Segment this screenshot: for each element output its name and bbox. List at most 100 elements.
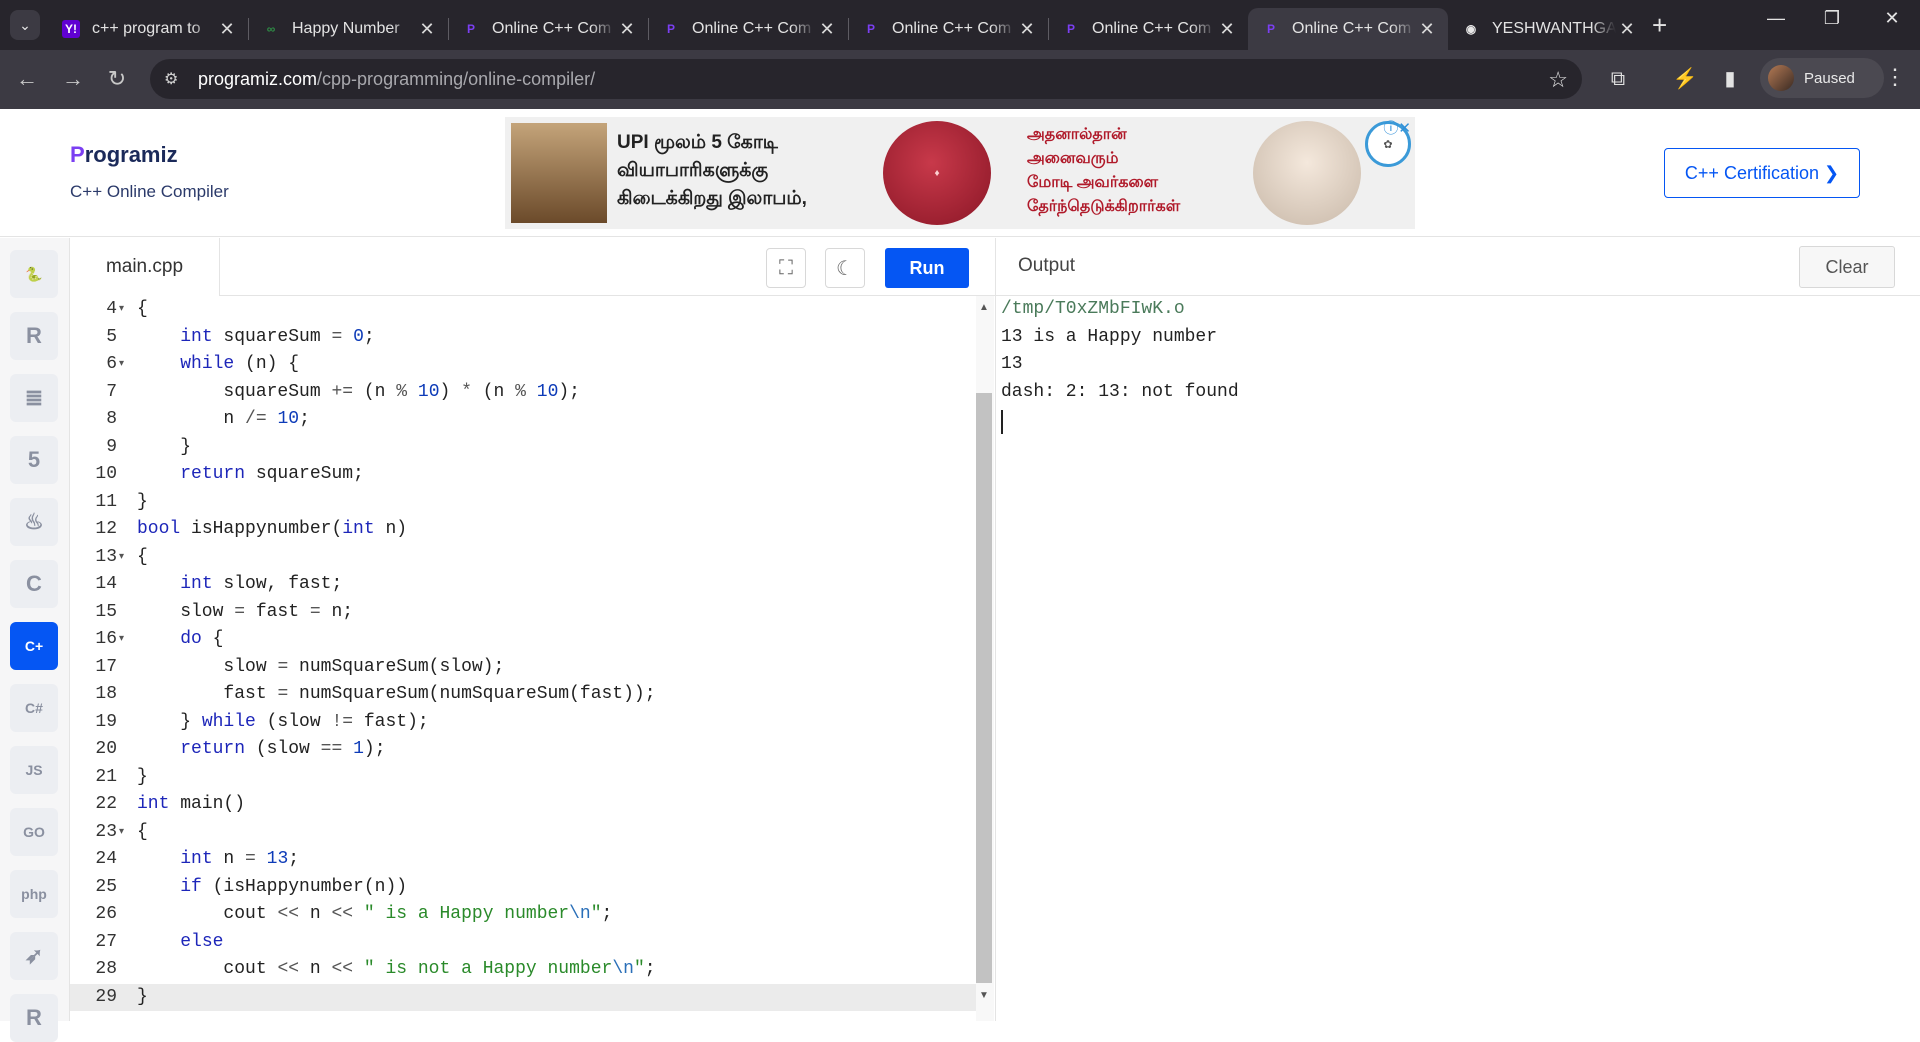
code-text[interactable]: cout << n << " is a Happy number\n"; bbox=[137, 901, 612, 929]
code-text[interactable]: do { bbox=[137, 626, 223, 654]
code-line[interactable]: 19 } while (slow != fast); bbox=[70, 709, 976, 737]
code-text[interactable]: while (n) { bbox=[137, 351, 299, 379]
language-js-icon[interactable]: JS bbox=[10, 746, 58, 794]
forward-button[interactable]: → bbox=[58, 64, 88, 94]
close-tab-icon[interactable]: ✕ bbox=[216, 19, 238, 40]
language-cpp-icon[interactable]: C+ bbox=[10, 622, 58, 670]
address-bar[interactable]: ⚙ programiz.com/cpp-programming/online-c… bbox=[150, 59, 1582, 99]
fold-arrow-icon[interactable]: ▾ bbox=[119, 819, 131, 847]
code-line[interactable]: 10 return squareSum; bbox=[70, 461, 976, 489]
code-line[interactable]: 16 ▾ do { bbox=[70, 626, 976, 654]
browser-tab[interactable]: P Online C++ Com ✕ bbox=[448, 8, 648, 50]
editor-scrollbar[interactable]: ▲ ▼ bbox=[976, 296, 994, 1021]
close-window-button[interactable]: ✕ bbox=[1872, 8, 1912, 29]
close-tab-icon[interactable]: ✕ bbox=[616, 19, 638, 40]
code-line[interactable]: 8 n /= 10; bbox=[70, 406, 976, 434]
language-rust-icon[interactable]: R bbox=[10, 994, 58, 1042]
close-tab-icon[interactable]: ✕ bbox=[416, 19, 438, 40]
code-text[interactable]: } while (slow != fast); bbox=[137, 709, 428, 737]
ad-close-icon[interactable]: ⓘ✕ bbox=[1383, 117, 1411, 138]
clear-button[interactable]: Clear bbox=[1799, 246, 1895, 288]
browser-tab[interactable]: Y! c++ program to ✕ bbox=[48, 8, 248, 50]
code-text[interactable]: squareSum += (n % 10) * (n % 10); bbox=[137, 379, 580, 407]
code-text[interactable]: { bbox=[137, 819, 148, 847]
performance-icon[interactable]: ⚡ bbox=[1670, 64, 1700, 94]
code-line[interactable]: 20 return (slow == 1); bbox=[70, 736, 976, 764]
code-text[interactable]: else bbox=[137, 929, 223, 957]
code-line[interactable]: 17 slow = numSquareSum(slow); bbox=[70, 654, 976, 682]
language-sql-icon[interactable]: ≣ bbox=[10, 374, 58, 422]
code-line[interactable]: 26 cout << n << " is a Happy number\n"; bbox=[70, 901, 976, 929]
code-line[interactable]: 21} bbox=[70, 764, 976, 792]
code-line[interactable]: 9 } bbox=[70, 434, 976, 462]
side-panel-icon[interactable]: ▮ bbox=[1715, 64, 1745, 94]
fold-arrow-icon[interactable]: ▾ bbox=[119, 626, 131, 654]
fullscreen-icon[interactable]: ⛶ bbox=[766, 248, 806, 288]
code-line[interactable]: 23 ▾{ bbox=[70, 819, 976, 847]
scroll-up-icon[interactable]: ▲ bbox=[979, 302, 989, 313]
browser-tab[interactable]: P Online C++ Com ✕ bbox=[648, 8, 848, 50]
code-line[interactable]: 29} bbox=[70, 983, 976, 1012]
file-tab-main-cpp[interactable]: main.cpp bbox=[70, 238, 220, 296]
minimize-button[interactable]: — bbox=[1756, 8, 1796, 29]
code-line[interactable]: 24 int n = 13; bbox=[70, 846, 976, 874]
browser-tab[interactable]: P Online C++ Com ✕ bbox=[848, 8, 1048, 50]
language-java-icon[interactable]: ♨ bbox=[10, 498, 58, 546]
code-text[interactable]: if (isHappynumber(n)) bbox=[137, 874, 407, 902]
code-text[interactable]: { bbox=[137, 296, 148, 324]
code-text[interactable]: return (slow == 1); bbox=[137, 736, 385, 764]
code-line[interactable]: 5 int squareSum = 0; bbox=[70, 324, 976, 352]
language-c-icon[interactable]: C bbox=[10, 560, 58, 608]
browser-tab[interactable]: P Online C++ Com ✕ bbox=[1048, 8, 1248, 50]
code-line[interactable]: 15 slow = fast = n; bbox=[70, 599, 976, 627]
code-text[interactable]: } bbox=[137, 984, 148, 1012]
code-text[interactable]: int main() bbox=[137, 791, 245, 819]
code-line[interactable]: 25 if (isHappynumber(n)) bbox=[70, 874, 976, 902]
cpp-certification-button[interactable]: C++ Certification ❯ bbox=[1664, 148, 1860, 198]
code-text[interactable]: int n = 13; bbox=[137, 846, 299, 874]
language-go-icon[interactable]: GO bbox=[10, 808, 58, 856]
close-tab-icon[interactable]: ✕ bbox=[816, 19, 838, 40]
code-line[interactable]: 18 fast = numSquareSum(numSquareSum(fast… bbox=[70, 681, 976, 709]
site-info-icon[interactable]: ⚙ bbox=[164, 69, 188, 89]
code-line[interactable]: 14 int slow, fast; bbox=[70, 571, 976, 599]
output-console[interactable]: /tmp/T0xZMbFIwK.o 13 is a Happy number 13 d… bbox=[995, 296, 1920, 1021]
language-csharp-icon[interactable]: C# bbox=[10, 684, 58, 732]
browser-menu-icon[interactable]: ⋮ bbox=[1880, 64, 1910, 90]
code-line[interactable]: 6 ▾ while (n) { bbox=[70, 351, 976, 379]
language-python-icon[interactable]: 🐍 bbox=[10, 250, 58, 298]
code-line[interactable]: 7 squareSum += (n % 10) * (n % 10); bbox=[70, 379, 976, 407]
browser-tab[interactable]: P Online C++ Com ✕ bbox=[1248, 8, 1448, 50]
code-line[interactable]: 28 cout << n << " is not a Happy number\… bbox=[70, 956, 976, 984]
code-text[interactable]: bool isHappynumber(int n) bbox=[137, 516, 407, 544]
close-tab-icon[interactable]: ✕ bbox=[1616, 19, 1638, 40]
code-text[interactable]: n /= 10; bbox=[137, 406, 309, 434]
reload-button[interactable]: ↻ bbox=[102, 64, 132, 94]
fold-arrow-icon[interactable]: ▾ bbox=[119, 544, 131, 572]
code-text[interactable]: cout << n << " is not a Happy number\n"; bbox=[137, 956, 655, 984]
close-tab-icon[interactable]: ✕ bbox=[1016, 19, 1038, 40]
close-tab-icon[interactable]: ✕ bbox=[1416, 19, 1438, 40]
code-editor[interactable]: 4 ▾{5 int squareSum = 0; 6 ▾ while (n) {7 s… bbox=[70, 296, 976, 1021]
language-r-icon[interactable]: R bbox=[10, 312, 58, 360]
dark-mode-icon[interactable]: ☾ bbox=[825, 248, 865, 288]
scroll-down-icon[interactable]: ▼ bbox=[979, 990, 989, 1001]
code-text[interactable]: slow = numSquareSum(slow); bbox=[137, 654, 504, 682]
code-text[interactable]: slow = fast = n; bbox=[137, 599, 353, 627]
code-text[interactable]: { bbox=[137, 544, 148, 572]
bookmark-star-icon[interactable]: ☆ bbox=[1548, 67, 1568, 93]
browser-tab[interactable]: ◉ YESHWANTHGA ✕ bbox=[1448, 8, 1648, 50]
code-text[interactable]: int squareSum = 0; bbox=[137, 324, 374, 352]
restore-button[interactable]: ❐ bbox=[1812, 8, 1852, 29]
language-swift-icon[interactable]: ➶ bbox=[10, 932, 58, 980]
fold-arrow-icon[interactable]: ▾ bbox=[119, 296, 131, 324]
url-text[interactable]: programiz.com/cpp-programming/online-com… bbox=[198, 69, 595, 90]
programiz-logo[interactable]: Programiz bbox=[70, 142, 178, 168]
code-text[interactable]: return squareSum; bbox=[137, 461, 364, 489]
code-line[interactable]: 11} bbox=[70, 489, 976, 517]
code-text[interactable]: int slow, fast; bbox=[137, 571, 342, 599]
profile-button[interactable]: Paused bbox=[1760, 58, 1884, 98]
extensions-icon[interactable]: ⧉ bbox=[1603, 64, 1633, 94]
scrollbar-thumb[interactable] bbox=[976, 393, 992, 983]
close-tab-icon[interactable]: ✕ bbox=[1216, 19, 1238, 40]
